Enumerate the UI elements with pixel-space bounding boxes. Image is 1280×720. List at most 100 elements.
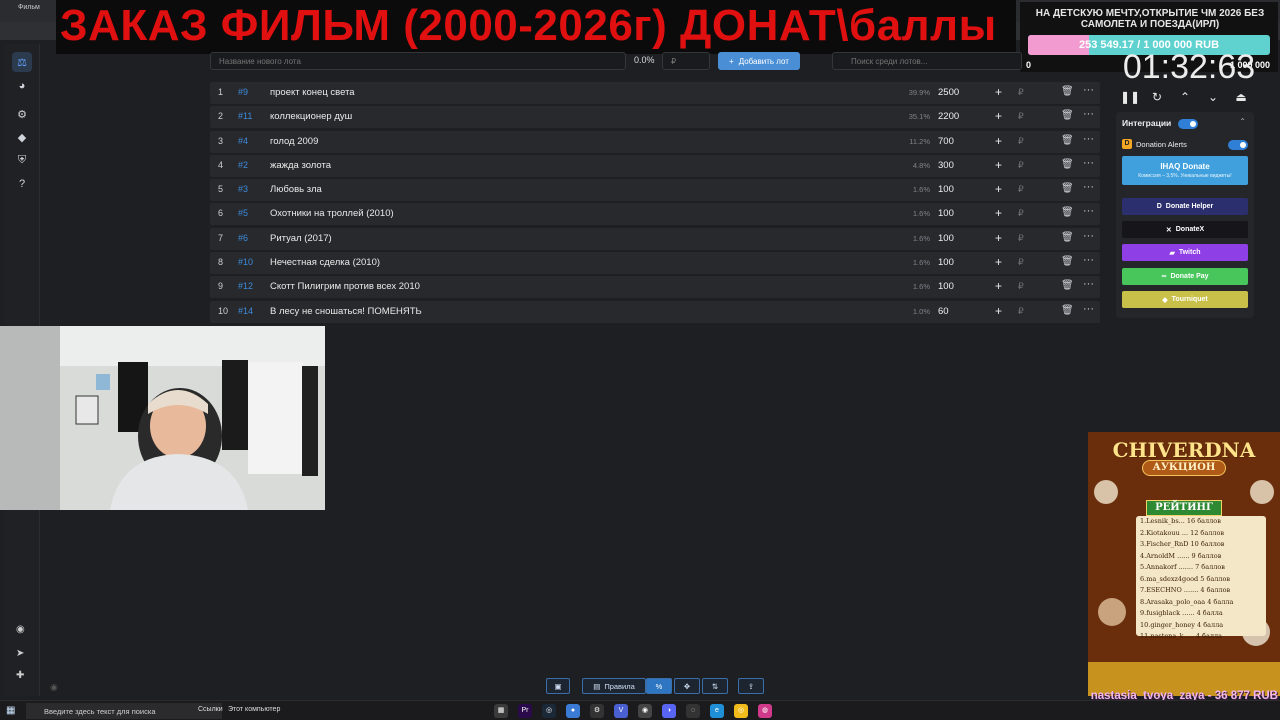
lot-amount[interactable]: 100 xyxy=(938,257,954,268)
integration-service-button[interactable]: ∞ Donate Pay xyxy=(1122,268,1248,285)
calculator-app-icon[interactable]: ▦ xyxy=(494,704,508,718)
lot-name[interactable]: коллекционер душ xyxy=(270,111,352,122)
discord-app-icon[interactable]: ◑ xyxy=(662,704,676,718)
add-amount-icon[interactable]: + xyxy=(995,85,1002,99)
add-amount-icon[interactable]: + xyxy=(995,109,1002,123)
trash-icon[interactable]: 🗑 xyxy=(1061,280,1074,291)
lot-amount[interactable]: 100 xyxy=(938,184,954,195)
new-lot-name-input[interactable] xyxy=(210,52,626,70)
lot-amount[interactable]: 2200 xyxy=(938,111,959,122)
vpn-app-icon[interactable]: V xyxy=(614,704,628,718)
trash-icon[interactable]: 🗑 xyxy=(1061,86,1074,97)
more-icon[interactable]: ··· xyxy=(1083,230,1094,242)
add-amount-icon[interactable]: + xyxy=(995,231,1002,245)
settings-app-icon[interactable]: ⚙ xyxy=(590,704,604,718)
trash-icon[interactable]: 🗑 xyxy=(1061,305,1074,316)
taskbar-links[interactable]: Ссылки xyxy=(198,706,223,713)
trash-icon[interactable]: 🗑 xyxy=(1061,256,1074,267)
trash-icon[interactable]: 🗑 xyxy=(1061,232,1074,243)
shield-icon[interactable]: ⛨ xyxy=(12,150,32,170)
lot-row[interactable]: 3 #4 голод 2009 11.2% 700 + ₽ 🗑 ··· xyxy=(210,130,1100,153)
more-icon[interactable]: ··· xyxy=(1083,254,1094,266)
more-icon[interactable]: ··· xyxy=(1083,205,1094,217)
obs-app-icon[interactable]: ◉ xyxy=(638,704,652,718)
add-amount-icon[interactable]: + xyxy=(995,255,1002,269)
taskbar-this-pc[interactable]: Этот компьютер xyxy=(228,706,280,713)
trash-icon[interactable]: 🗑 xyxy=(1061,135,1074,146)
add-amount-icon[interactable]: + xyxy=(995,134,1002,148)
pause-icon[interactable]: ❚❚ xyxy=(1120,90,1140,106)
lot-name[interactable]: В лесу не сношаться! ПОМЕНЯТЬ xyxy=(270,306,422,317)
integration-service-button[interactable]: ▰ Twitch xyxy=(1122,244,1248,261)
lot-amount[interactable]: 60 xyxy=(938,306,949,317)
more-icon[interactable]: ··· xyxy=(1083,278,1094,290)
lot-name[interactable]: Охотники на троллей (2010) xyxy=(270,208,394,219)
reset-icon[interactable]: ↻ xyxy=(1148,90,1166,106)
trash-icon[interactable]: 🗑 xyxy=(1061,159,1074,170)
lot-row[interactable]: 1 #9 проект конец света 39.9% 2500 + ₽ 🗑 ··· xyxy=(210,82,1100,104)
steam-app-icon[interactable]: ◎ xyxy=(542,704,556,718)
add-amount-icon[interactable]: + xyxy=(995,206,1002,220)
github-icon[interactable]: ◉ xyxy=(16,624,25,635)
lot-row[interactable]: 6 #5 Охотники на троллей (2010) 1.6% 100 + ₽ 🗑 ·… xyxy=(210,203,1100,226)
add-amount-icon[interactable]: + xyxy=(995,279,1002,293)
collapse-icon[interactable]: ⌃ xyxy=(1239,117,1246,126)
add-amount-icon[interactable]: + xyxy=(995,158,1002,172)
lot-amount[interactable]: 100 xyxy=(938,281,954,292)
donation-alerts-toggle[interactable] xyxy=(1228,140,1248,150)
integration-service-button[interactable]: D Donate Helper xyxy=(1122,198,1248,215)
lot-name[interactable]: жажда золота xyxy=(270,160,331,171)
chrome-app-icon[interactable]: ◎ xyxy=(734,704,748,718)
lot-row[interactable]: 10 #14 В лесу не сношаться! ПОМЕНЯТЬ 1.0% 60… xyxy=(210,300,1100,323)
telegram-icon[interactable]: ➤ xyxy=(16,648,24,659)
trash-icon[interactable]: 🗑 xyxy=(1061,207,1074,218)
taskbar-search-input[interactable]: Введите здесь текст для поиска xyxy=(26,703,222,719)
app-icon[interactable]: ● xyxy=(566,704,580,718)
premiere-app-icon[interactable]: Pr xyxy=(518,704,532,718)
layers-icon[interactable]: ◆ xyxy=(12,127,32,147)
lot-amount[interactable]: 300 xyxy=(938,160,954,171)
more-icon[interactable]: ··· xyxy=(1083,181,1094,193)
help-icon[interactable]: ? xyxy=(12,174,32,194)
lot-row[interactable]: 2 #11 коллекционер душ 35.1% 2200 + ₽ 🗑 ··· xyxy=(210,106,1100,129)
chevron-down-icon[interactable]: ⌄ xyxy=(1204,90,1222,106)
capture-app-icon[interactable]: ◌ xyxy=(686,704,700,718)
edge-app-icon[interactable]: e xyxy=(710,704,724,718)
trash-icon[interactable]: 🗑 xyxy=(1061,183,1074,194)
lot-name[interactable]: Ритуал (2017) xyxy=(270,233,332,244)
more-icon[interactable]: ··· xyxy=(1083,133,1094,145)
lot-amount[interactable]: 100 xyxy=(938,233,954,244)
add-amount-icon[interactable]: + xyxy=(995,304,1002,318)
lot-name[interactable]: Любовь зла xyxy=(270,184,322,195)
trash-icon[interactable]: 🗑 xyxy=(1061,110,1074,121)
integrations-toggle[interactable] xyxy=(1178,119,1198,129)
clipboard-icon[interactable]: ▣ xyxy=(546,678,570,694)
lot-row[interactable]: 5 #3 Любовь зла 1.6% 100 + ₽ 🗑 ··· xyxy=(210,179,1100,202)
lot-amount[interactable]: 100 xyxy=(938,208,954,219)
lot-row[interactable]: 9 #12 Скотт Пилигрим против всех 2010 1.6% 1… xyxy=(210,276,1100,299)
lot-name[interactable]: Скотт Пилигрим против всех 2010 xyxy=(270,281,420,292)
lot-row[interactable]: 8 #10 Нечестная сделка (2010) 1.6% 100 + ₽ 🗑 ··… xyxy=(210,252,1100,275)
auction-icon[interactable]: ⚖ xyxy=(12,52,32,72)
sort-icon[interactable]: ⇅ xyxy=(702,678,728,694)
new-lot-price-input[interactable] xyxy=(662,52,710,70)
lot-row[interactable]: 4 #2 жажда золота 4.8% 300 + ₽ 🗑 ··· xyxy=(210,154,1100,177)
browser-app-icon[interactable]: ◍ xyxy=(758,704,772,718)
export-icon[interactable]: ⇪ xyxy=(738,678,764,694)
rules-button[interactable]: ▤ Правила xyxy=(582,678,646,694)
move-icon[interactable]: ✥ xyxy=(674,678,700,694)
lot-name[interactable]: проект конец света xyxy=(270,87,355,98)
lot-amount[interactable]: 700 xyxy=(938,136,954,147)
ihaq-donate-button[interactable]: IHAQ Donate Комиссия – 3,5%. Уникальные … xyxy=(1122,156,1248,185)
browser-tab[interactable]: Фильм xyxy=(4,4,64,18)
settings-icon[interactable]: ⚙ xyxy=(12,104,32,124)
lot-amount[interactable]: 2500 xyxy=(938,87,959,98)
chart-pie-icon[interactable]: ◕ xyxy=(12,76,32,96)
add-user-icon[interactable]: ✚ xyxy=(16,670,24,681)
eject-icon[interactable]: ⏏ xyxy=(1232,90,1250,106)
integration-service-button[interactable]: ✕ DonateX xyxy=(1122,221,1248,238)
chevron-up-icon[interactable]: ⌃ xyxy=(1176,90,1194,106)
lot-row[interactable]: 7 #6 Ритуал (2017) 1.6% 100 + ₽ 🗑 ··· xyxy=(210,227,1100,250)
integration-service-button[interactable]: ◆ Tourniquet xyxy=(1122,291,1248,308)
more-icon[interactable]: ··· xyxy=(1083,108,1094,120)
